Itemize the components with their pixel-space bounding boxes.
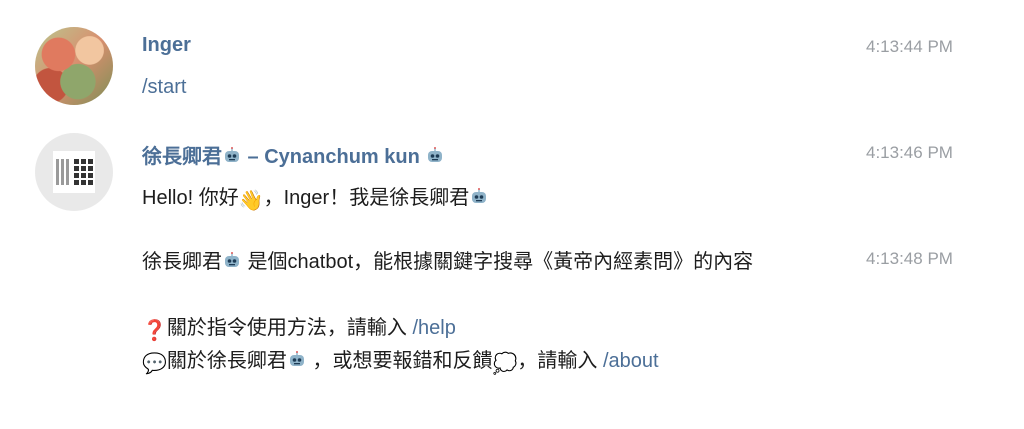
message-timestamp: 4:13:46 PM <box>866 143 953 162</box>
about-instruction-a: 關於徐長卿君 <box>166 350 287 372</box>
message-timestamp: 4:13:44 PM <box>866 37 953 56</box>
bot-sender-name[interactable]: 徐長卿君 – Cynanchum kun <box>142 140 445 169</box>
robot-emoji-icon <box>289 351 304 366</box>
about-instruction-c: ，請輸入 <box>517 350 603 372</box>
robot-emoji-icon <box>428 147 443 162</box>
greeting-intro: ，Inger！我是徐長卿君 <box>263 187 470 209</box>
help-instruction: 關於指令使用方法，請輸入 <box>166 317 413 339</box>
message-timestamp: 4:13:48 PM <box>866 249 953 268</box>
avatar-inger[interactable] <box>35 27 113 105</box>
greeting-text: Hello! 你好👋，Inger！我是徐長卿君 <box>142 181 489 212</box>
speech-balloon-icon: 💬 <box>142 351 167 375</box>
sender-name[interactable]: Inger <box>142 34 191 57</box>
robot-emoji-icon <box>225 147 239 162</box>
robot-emoji-icon <box>472 188 487 203</box>
avatar-bot[interactable] <box>35 133 113 211</box>
bot-logo-icon <box>53 151 95 193</box>
greeting-hello: Hello! 你好 <box>142 187 239 209</box>
chat-history: Inger 4:13:44 PM /start 徐長卿君 – Cynanchum… <box>0 0 1024 429</box>
bot-description: 是個chatbot，能根據關鍵字搜尋《黃帝內經素問》的內容 <box>242 251 754 273</box>
help-command-link[interactable]: /help <box>412 317 455 339</box>
robot-emoji-icon <box>225 252 239 267</box>
red-question-mark-icon: ❓ <box>142 318 167 342</box>
waving-hand-emoji-icon: 👋 <box>238 188 264 212</box>
bot-sender-english-name: – Cynanchum kun <box>242 146 426 168</box>
intro-line: 徐長卿君 是個chatbot，能根據關鍵字搜尋《黃帝內經素問》的內容 <box>142 245 753 274</box>
bot-sender-chinese-name: 徐長卿君 <box>142 146 222 168</box>
start-command-link[interactable]: /start <box>142 76 186 99</box>
bot-name-text: 徐長卿君 <box>142 251 222 273</box>
thought-balloon-icon: 💭 <box>492 351 518 375</box>
about-line: 💬關於徐長卿君 ，或想要報錯和反饋💭，請輸入 /about <box>142 344 659 375</box>
help-line: ❓關於指令使用方法，請輸入 /help <box>142 311 456 342</box>
about-instruction-b: ，或想要報錯和反饋 <box>306 350 493 372</box>
about-command-link[interactable]: /about <box>603 350 659 372</box>
